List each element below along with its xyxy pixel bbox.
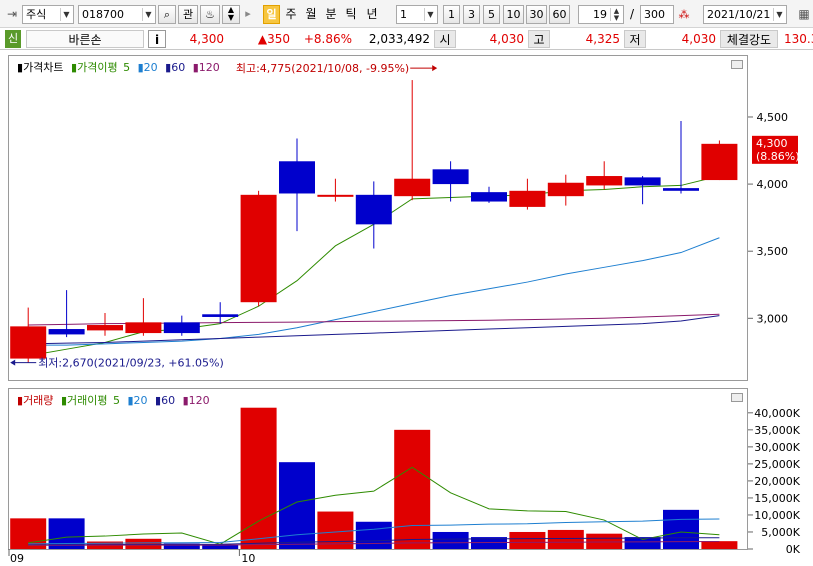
candle-body — [547, 182, 584, 197]
volume-bar — [432, 531, 469, 549]
price-ma120-label: ▮120 — [192, 61, 220, 74]
candle-body — [48, 329, 85, 335]
candle-body — [663, 188, 699, 191]
volume-bar — [509, 531, 546, 549]
candle-body — [87, 325, 123, 331]
candle-body — [279, 161, 315, 194]
low-annotation: 최저:2,670(2021/09/23, +61.05%) — [38, 357, 224, 370]
candle-body — [202, 314, 239, 317]
candle-body — [624, 177, 661, 186]
volume-y-tick-label: 30,000K — [754, 441, 800, 454]
volume-y-tick-label: 0K — [786, 543, 801, 556]
volume-bar — [125, 538, 162, 549]
candle-body — [10, 326, 47, 359]
price-ma20-label: ▮20 — [137, 61, 158, 74]
high-annotation: 최고:4,775(2021/10/08, -9.95%) — [236, 62, 409, 75]
candle-body — [125, 322, 162, 334]
price-y-tick-label: 4,500 — [757, 111, 789, 124]
x-tick-label-09: 09 — [10, 552, 24, 565]
high-arrow-head — [432, 65, 438, 72]
candle-body — [394, 178, 431, 197]
volume-y-tick-label: 25,000K — [754, 458, 800, 471]
volume-bar — [240, 407, 277, 549]
candle-body — [471, 192, 507, 202]
volume-bar — [355, 521, 392, 549]
volume-bar — [663, 509, 699, 549]
price-y-tick-label: 3,000 — [757, 312, 789, 325]
last-price-value: 4,300 — [756, 137, 788, 150]
price-legend-title: ▮가격차트 — [17, 61, 64, 74]
volume-bar — [701, 541, 738, 549]
candle-body — [586, 176, 623, 186]
volume-y-tick-label: 20,000K — [754, 475, 800, 488]
candle-body — [163, 322, 200, 334]
volume-ma20-label: ▮20 — [127, 394, 148, 407]
candle-body — [317, 194, 354, 197]
volume-y-tick-label: 15,000K — [754, 492, 800, 505]
price-y-tick-label: 4,000 — [757, 178, 789, 191]
volume-ma-label: ▮거래이평 5 — [60, 394, 120, 407]
x-tick-label-10: 10 — [241, 552, 256, 565]
volume-legend-title: ▮거래량 — [17, 394, 54, 407]
volume-bar — [394, 429, 431, 549]
price-y-tick-label: 3,500 — [757, 245, 789, 258]
candle-body — [240, 194, 277, 303]
volume-bar — [586, 533, 623, 549]
price-ma60-label: ▮60 — [165, 61, 186, 74]
volume-y-tick-label: 5,000K — [761, 526, 800, 539]
last-price-pct: (8.86%) — [756, 150, 800, 163]
volume-y-tick-label: 10,000K — [754, 509, 800, 522]
chart-canvas: 3,000 3,500 4,000 4,500 최고:4,775(2021/10/08,… — [8, 62, 801, 556]
volume-bar — [624, 537, 661, 549]
volume-bar — [547, 529, 584, 549]
volume-legend: ▮거래량 ▮거래이평 5 ▮20 ▮60 ▮120 — [17, 392, 214, 408]
volume-ma60-label: ▮60 — [155, 394, 176, 407]
volume-y-tick-label: 40,000K — [754, 407, 800, 420]
volume-ma120-label: ▮120 — [182, 394, 210, 407]
price-ma-label: ▮가격이평 5 — [71, 61, 131, 74]
price-legend: ▮가격차트 ▮가격이평 5 ▮20 ▮60 ▮120 — [17, 59, 224, 75]
candle-body — [701, 143, 738, 181]
volume-y-tick-label: 35,000K — [754, 424, 800, 437]
candle-body — [355, 194, 392, 225]
candle-body — [509, 190, 546, 207]
candle-body — [432, 169, 469, 185]
x-axis: 09 10 — [8, 552, 748, 566]
